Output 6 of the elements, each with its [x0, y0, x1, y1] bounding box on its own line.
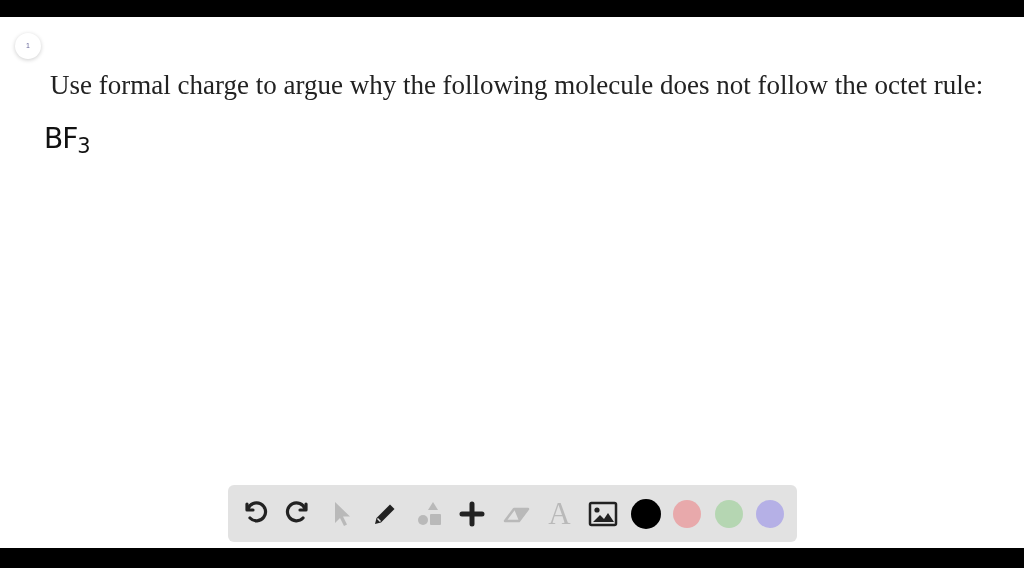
color-swatch[interactable] — [673, 499, 702, 528]
handwritten-formula: BF$_{3}$ — [44, 121, 90, 160]
color-swatch[interactable] — [756, 499, 785, 528]
question-text: Use formal charge to argue why the following molecule does not follow the octet rule: — [50, 69, 984, 102]
color-swatch[interactable] — [714, 499, 743, 528]
color-swatch[interactable] — [631, 499, 660, 528]
